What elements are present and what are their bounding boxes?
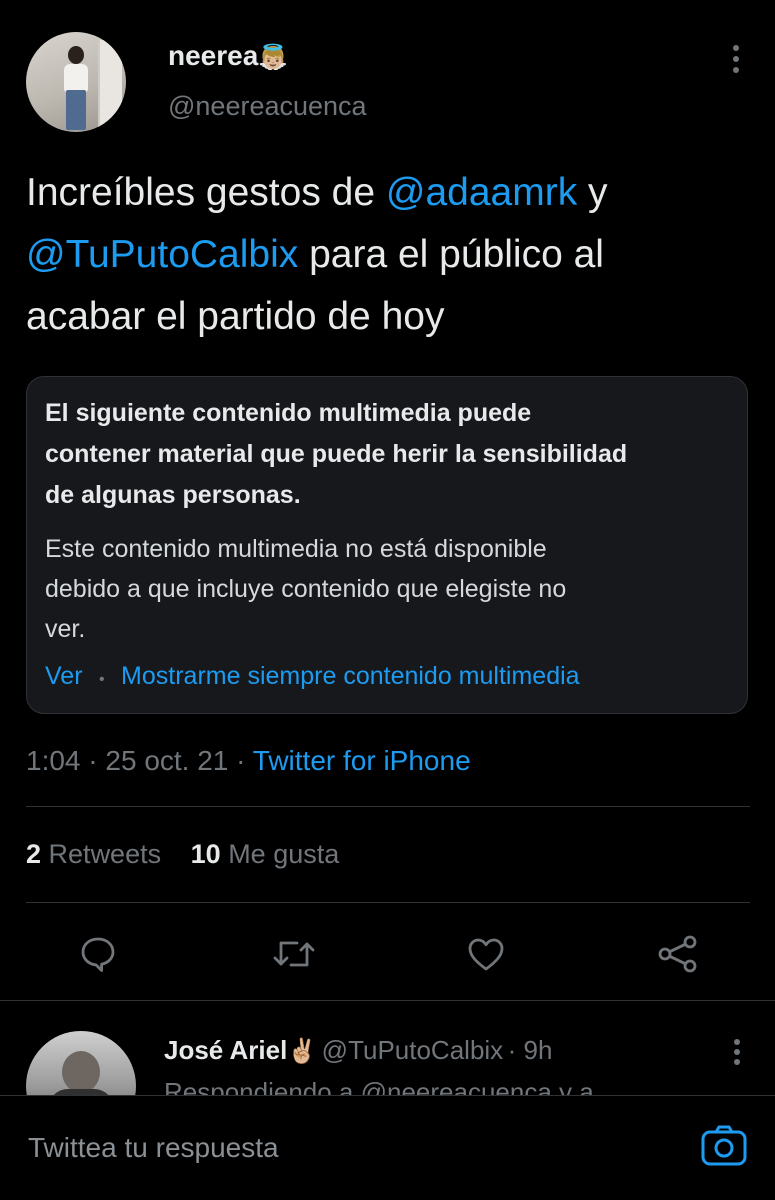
warning-title-line: contener material que puede herir la sen… (45, 440, 628, 468)
divider (26, 806, 750, 807)
tweet-text: Increíbles gestos de @adaamrk y @TuPutoC… (26, 162, 756, 348)
reply-context-text: Respondiendo a @neereacuenca y a (164, 1077, 594, 1095)
separator-dot: • (98, 670, 105, 688)
warning-body: Este contenido multimedia no está dispon… (45, 529, 735, 649)
author-name[interactable]: neerea👼🏼 (168, 40, 288, 72)
tweet-date: 25 oct. 21 (105, 745, 229, 776)
warning-title-line: de algunas personas. (45, 481, 301, 509)
tweet-text-part: acabar el partido de hoy (26, 295, 445, 338)
share-button[interactable] (656, 934, 700, 974)
tweet-text-part: Increíbles gestos de (26, 171, 386, 214)
reply-time: · 9h (507, 1035, 553, 1065)
author-handle[interactable]: @neereacuenca (168, 91, 367, 122)
tweet-time: 1:04 (26, 745, 81, 776)
tweet-metadata: 1:04 · 25 oct. 21 · Twitter for iPhone (26, 745, 471, 777)
reply-button[interactable] (78, 934, 118, 974)
likes-stat[interactable]: 10 Me gusta (191, 839, 340, 869)
reply-author-handle[interactable]: @TuPutoCalbix (322, 1035, 504, 1065)
like-button[interactable] (466, 934, 506, 974)
warning-actions: Ver • Mostrarme siempre contenido multim… (45, 662, 735, 691)
likes-count: 10 (190, 839, 221, 869)
reply-header: José Ariel✌🏼 @TuPutoCalbix · 9h (164, 1035, 552, 1066)
author-avatar[interactable] (26, 32, 126, 132)
reply-avatar[interactable] (26, 1031, 136, 1095)
retweets-stat[interactable]: 2 Retweets (26, 839, 161, 869)
camera-button[interactable] (700, 1122, 748, 1175)
meta-separator: · (236, 745, 246, 776)
reply-author-emoji: ✌🏼 (287, 1038, 318, 1065)
reply-input[interactable]: Twittea tu respuesta (28, 1132, 279, 1164)
tweet-stats: 2 Retweets 10 Me gusta (26, 839, 339, 870)
divider (26, 902, 750, 903)
retweet-icon (273, 941, 315, 967)
warning-title: El siguiente contenido multimedia puede … (45, 393, 735, 516)
tweet-text-part: para el público al (298, 233, 604, 276)
warning-body-line: debido a que incluye contenido que elegi… (45, 575, 567, 603)
retweet-button[interactable] (272, 934, 316, 974)
reply-composer: Twittea tu respuesta (0, 1095, 775, 1200)
sensitive-media-card: El siguiente contenido multimedia puede … (26, 376, 748, 714)
view-media-button[interactable]: Ver (45, 662, 83, 690)
retweets-count: 2 (26, 839, 42, 869)
meta-separator: · (88, 745, 98, 776)
retweets-label: Retweets (48, 839, 162, 869)
reply-tweet[interactable]: José Ariel✌🏼 @TuPutoCalbix · 9h Respondi… (0, 1001, 775, 1095)
warning-body-line: Este contenido multimedia no está dispon… (45, 535, 547, 563)
camera-icon (701, 1125, 747, 1166)
more-options-icon[interactable] (724, 42, 748, 82)
always-show-media-link[interactable]: Mostrarme siempre contenido multimedia (121, 662, 580, 690)
likes-label: Me gusta (228, 839, 340, 869)
more-options-icon[interactable] (726, 1037, 748, 1073)
like-icon (468, 938, 504, 971)
tweet-text-part: y (577, 171, 608, 214)
author-name-text[interactable]: neerea (168, 40, 258, 71)
share-icon (658, 935, 697, 973)
reply-author-name[interactable]: José Ariel (164, 1035, 287, 1065)
reply-icon (81, 937, 115, 972)
tweet-source-link[interactable]: Twitter for iPhone (253, 745, 471, 776)
author-emoji: 👼🏼 (258, 44, 289, 71)
warning-title-line: El siguiente contenido multimedia puede (45, 399, 532, 427)
warning-body-line: ver. (45, 615, 86, 643)
mention-link[interactable]: @adaamrk (386, 171, 577, 214)
mention-link[interactable]: @TuPutoCalbix (26, 233, 298, 276)
